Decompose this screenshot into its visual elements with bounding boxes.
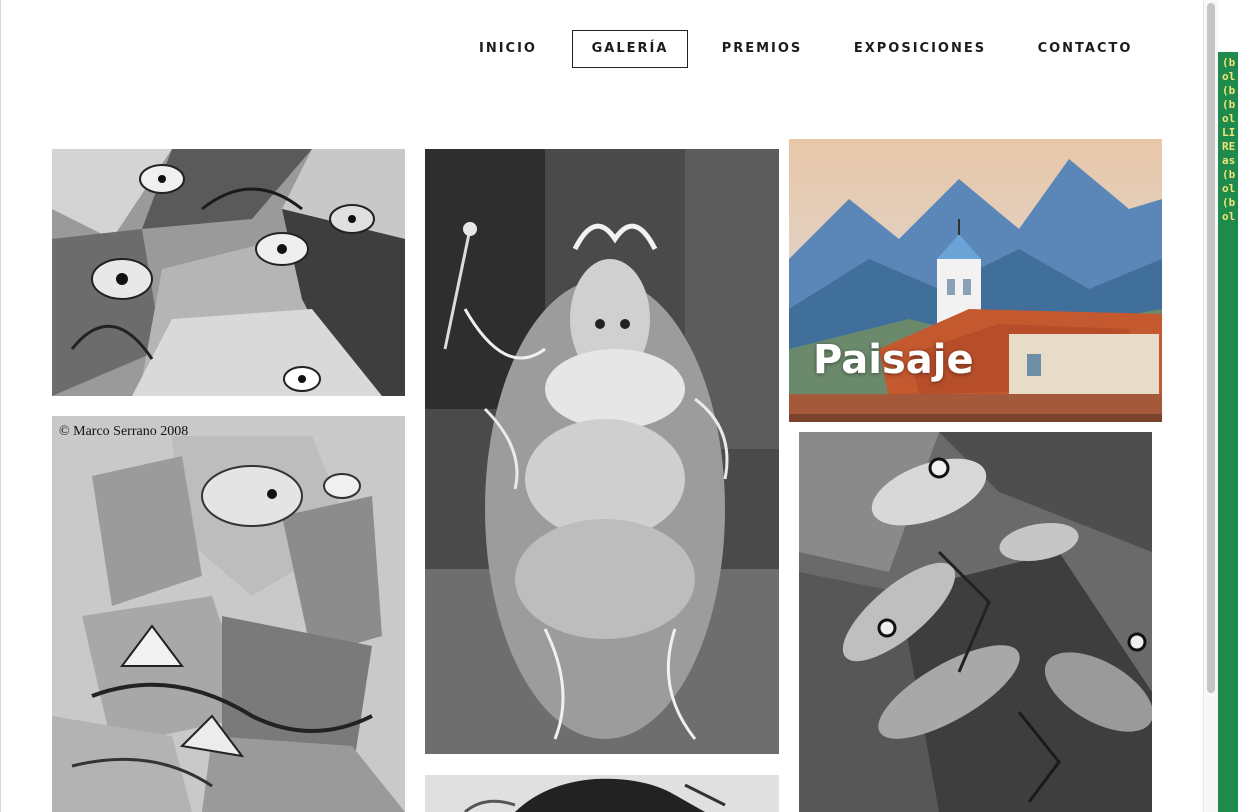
vertical-scrollbar-thumb[interactable] [1207, 3, 1215, 693]
nav-contacto[interactable]: CONTACTO [1024, 30, 1146, 66]
page-border [0, 0, 1, 812]
gallery-tile-cubist-horse[interactable]: © Marco Serrano 2008 [52, 416, 405, 812]
gallery-tile-paisaje[interactable]: Paisaje [789, 139, 1162, 422]
paisaje-label: Paisaje [813, 337, 974, 383]
side-code-line: (b [1222, 168, 1236, 181]
side-code-line: ol [1222, 112, 1236, 125]
feathered-figure-image [425, 149, 779, 754]
fish-painting-image [799, 432, 1152, 812]
side-code-line: ol [1222, 182, 1236, 195]
gallery-tile-feathered-figure[interactable] [425, 149, 779, 754]
side-code-line: (b [1222, 84, 1236, 97]
copyright-caption: © Marco Serrano 2008 [59, 424, 189, 439]
side-code-line: as [1222, 154, 1236, 167]
bottom-painting-image [425, 775, 779, 812]
side-code-line: (b [1222, 56, 1236, 69]
side-code-line: (b [1222, 98, 1236, 111]
nav-inicio[interactable]: INICIO [462, 30, 554, 66]
side-code-line: (b [1222, 196, 1236, 209]
gallery-tile-bottom[interactable] [425, 775, 779, 812]
gallery-tile-fish[interactable] [799, 432, 1152, 812]
side-code-line: RE [1222, 140, 1236, 153]
side-code-line: LI [1222, 126, 1236, 139]
gallery-tile-birds[interactable] [52, 149, 405, 396]
nav-premios[interactable]: PREMIOS [708, 30, 816, 66]
side-code-line: ol [1222, 70, 1236, 83]
nav-galeria[interactable]: GALERÍA [572, 30, 688, 68]
side-code-panel: (b ol (b (b ol LI RE as (b ol (b ol [1218, 52, 1238, 812]
birds-painting-image [52, 149, 405, 396]
nav-exposiciones[interactable]: EXPOSICIONES [842, 30, 998, 66]
label-overlay-bar [789, 414, 1162, 422]
side-code-line: ol [1222, 210, 1236, 223]
cubist-horse-image [52, 416, 405, 812]
